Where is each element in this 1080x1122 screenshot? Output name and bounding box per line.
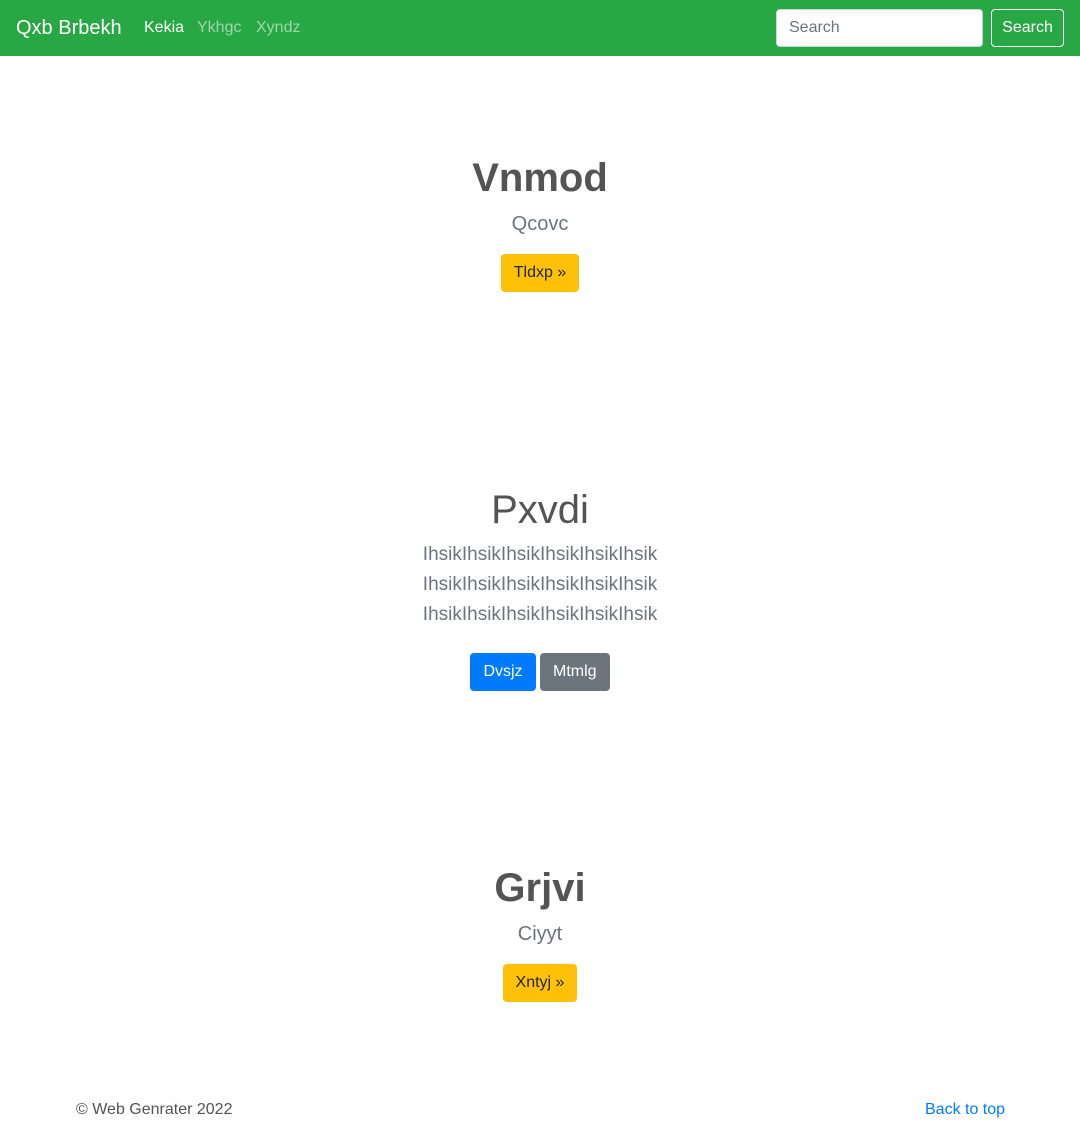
footer-copyright: © Web Genrater 2022 <box>76 1101 233 1118</box>
section-title: Vnmod <box>472 156 608 200</box>
nav-link-xyndz[interactable]: Xyndz <box>256 18 300 38</box>
section-pxvdi: Pxvdi IhsikIhsikIhsikIhsikIhsikIhsik Ihs… <box>0 486 1080 691</box>
search-button[interactable]: Search <box>991 9 1064 47</box>
section-grjvi: Grjvi Ciyyt Xntyj » <box>0 864 1080 1002</box>
section-text: IhsikIhsikIhsikIhsikIhsikIhsik IhsikIhsi… <box>422 544 658 625</box>
nav-link-kekia[interactable]: Kekia <box>144 18 184 38</box>
search-input[interactable] <box>776 9 983 47</box>
section-vnmod: Vnmod Qcovc Tldxp » <box>0 154 1080 292</box>
xntyj-button[interactable]: Xntyj » <box>502 964 578 1002</box>
back-to-top-link[interactable]: Back to top <box>925 1100 1005 1120</box>
dvsjz-button[interactable]: Dvsjz <box>470 653 536 691</box>
top-navbar: Qxb Brbekh Kekia Ykhgc Xyndz Search <box>0 0 1080 56</box>
section-title: Pxvdi <box>491 488 589 532</box>
section-title: Grjvi <box>494 866 586 910</box>
mtmlg-button[interactable]: Mtmlg <box>540 653 610 691</box>
section-subtitle: Qcovc <box>511 213 569 235</box>
brand-logo[interactable]: Qxb Brbekh <box>16 14 122 42</box>
tldxp-button[interactable]: Tldxp » <box>500 254 580 292</box>
nav-link-ykhgc[interactable]: Ykhgc <box>197 18 241 38</box>
section-subtitle: Ciyyt <box>517 923 563 945</box>
